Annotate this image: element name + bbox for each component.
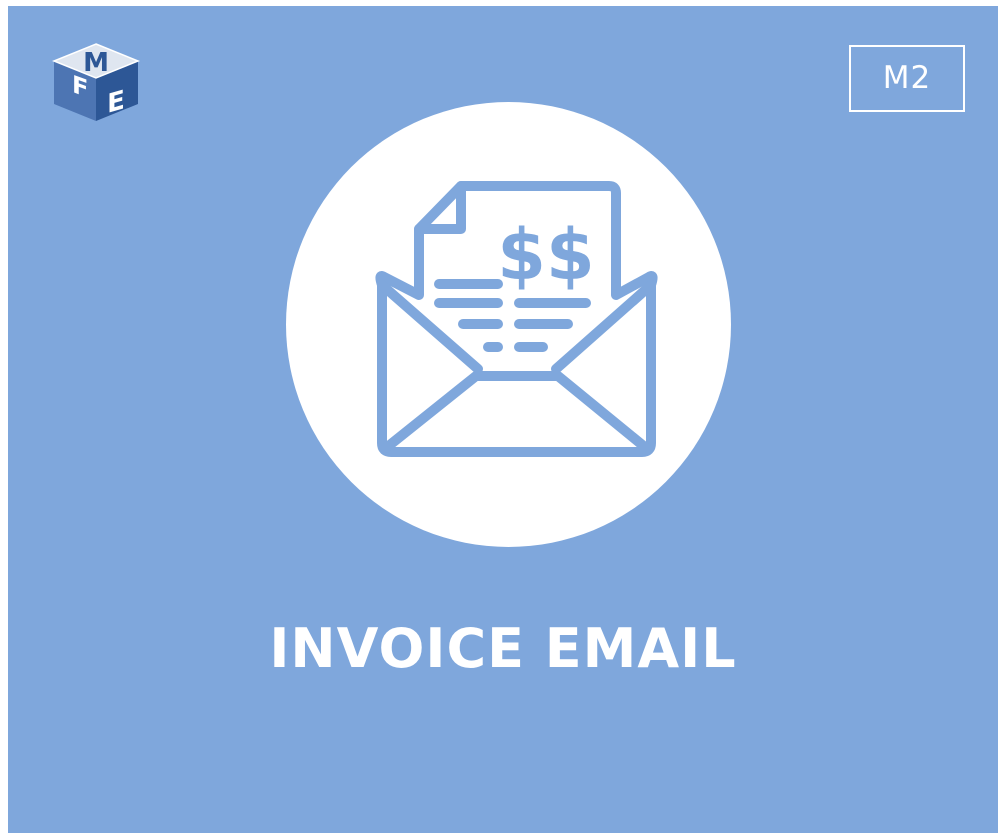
fme-cube-logo-icon: F M E — [48, 41, 144, 123]
product-banner: F M E M2 $$ INVOICE EMAIL — [8, 6, 998, 833]
dollar-signs: $$ — [497, 214, 594, 296]
logo-letter-m: M — [83, 48, 109, 78]
product-title: INVOICE EMAIL — [269, 617, 737, 680]
logo-letter-e: E — [107, 84, 125, 119]
magento-version-badge: M2 — [849, 45, 965, 112]
invoice-envelope-icon: $$ — [375, 181, 658, 457]
hero-circle: $$ — [286, 102, 731, 547]
